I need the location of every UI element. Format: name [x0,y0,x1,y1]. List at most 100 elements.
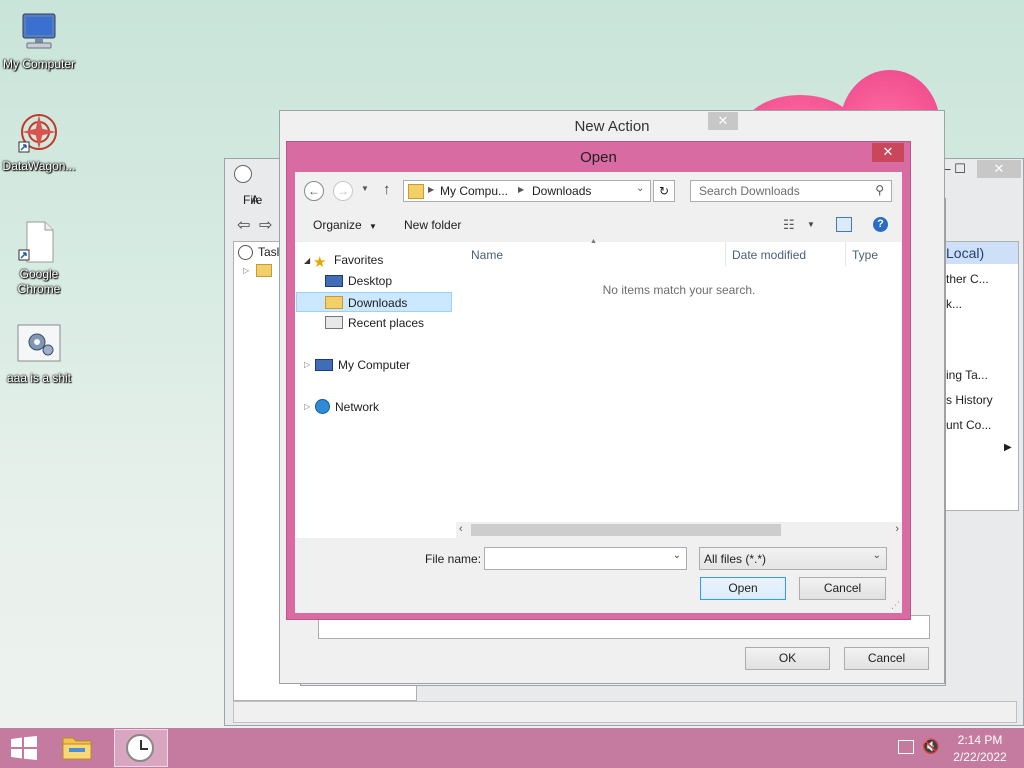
cancel-button[interactable]: Cancel [844,647,929,670]
volume-muted-icon[interactable]: 🔇 [922,738,939,755]
close-button[interactable]: ✕ [872,143,904,162]
scroll-left-icon[interactable]: ‹ [459,523,463,535]
file-explorer-icon [62,737,92,760]
nav-network[interactable]: Network [315,397,379,417]
search-icon[interactable]: ⚲ [875,183,884,197]
nav-label: My Computer [338,358,411,372]
tree-root-label[interactable]: Tasl [258,245,279,259]
menu-action[interactable]: A [251,193,259,207]
recent-locations-dropdown-icon[interactable]: ▼ [361,184,369,193]
sort-indicator-icon: ▲ [590,238,597,245]
organize-menu[interactable]: Organize ▼ [313,218,377,232]
nav-desktop[interactable]: Desktop [325,271,392,291]
star-icon: ★ [313,253,327,271]
desktop-icon-google-chrome[interactable]: Google Chrome [0,220,78,297]
refresh-button[interactable]: ↻ [653,180,675,202]
nav-my-computer[interactable]: My Computer [315,355,410,375]
desktop-icon-label: aaa is a shit [6,371,72,385]
expand-arrow-icon[interactable]: ▷ [304,402,310,411]
close-button[interactable]: ✕ [708,112,738,130]
organize-label: Organize [313,218,362,232]
help-icon[interactable]: ? [873,217,888,232]
dialog-client-area: ← → ▼ ↑ ▶ My Compu... ▶ Downloads ⌄ ↻ Se… [295,172,902,613]
close-button[interactable]: ✕ [977,160,1021,178]
action-item[interactable]: ther C... [946,272,989,286]
nav-downloads[interactable]: Downloads [296,292,452,312]
network-tray-icon[interactable] [898,740,914,754]
downloads-folder-icon [408,184,424,199]
start-button[interactable] [10,736,38,760]
column-header-date-modified[interactable]: Date modified [732,248,806,262]
search-input[interactable]: Search Downloads [699,184,800,198]
column-header-name[interactable]: Name [471,248,503,262]
new-folder-button[interactable]: New folder [404,218,461,232]
action-item[interactable]: k... [946,297,962,311]
breadcrumb-separator-icon: ▶ [428,185,435,194]
computer-icon [17,10,61,54]
chevron-down-icon[interactable]: ⌄ [873,550,881,561]
nav-favorites[interactable]: ★ Favorites [313,250,383,271]
task-scheduler-taskbar-button[interactable] [114,729,168,767]
downloads-folder-icon [325,296,343,310]
chevron-down-icon[interactable]: ▼ [807,220,815,229]
nav-label: Downloads [348,296,408,310]
expand-arrow-icon[interactable]: ▷ [304,360,310,369]
cancel-button[interactable]: Cancel [799,577,886,600]
submenu-arrow-icon[interactable]: ▶ [1004,442,1012,453]
collapse-arrow-icon[interactable]: ◢ [304,256,310,265]
forward-button[interactable]: → [333,181,353,201]
action-item[interactable]: unt Co... [946,418,991,432]
breadcrumb-separator-icon: ▶ [518,185,525,194]
horizontal-scrollbar[interactable]: ‹ › [456,522,902,538]
file-list[interactable]: ▲ Name Date modified Type No items match… [456,238,902,538]
search-box[interactable]: Search Downloads ⚲ [690,180,892,202]
file-type-select[interactable]: All files (*.*) ⌄ [699,547,887,570]
back-arrow-icon[interactable]: ⇦ [237,215,250,235]
file-name-input[interactable]: ⌄ [484,547,687,570]
preview-pane-icon[interactable] [836,217,852,232]
file-name-label: File name: [425,552,482,566]
desktop-icon-my-computer[interactable]: My Computer [0,10,78,72]
action-item[interactable]: ing Ta... [946,368,988,382]
clock-date[interactable]: 2/22/2022 [950,750,1010,764]
address-bar[interactable]: ▶ My Compu... ▶ Downloads ⌄ [403,180,651,202]
scroll-right-icon[interactable]: › [895,523,899,535]
action-item[interactable]: s History [946,393,993,407]
maximize-button[interactable]: ☐ [945,160,975,178]
desktop-icon [325,274,343,287]
column-divider [725,242,726,266]
desktop-icon-aaa[interactable]: aaa is a shit [0,324,78,386]
status-bar [233,701,1017,723]
desktop-icon-label: DataWagon... [2,159,76,173]
forward-arrow-icon[interactable]: ⇨ [259,215,272,235]
network-icon [315,399,330,415]
view-options-icon[interactable]: ☷ [783,217,795,233]
open-button[interactable]: Open [700,577,786,600]
back-button[interactable]: ← [304,181,324,201]
actions-header: Local) [946,242,1018,264]
nav-label: Desktop [348,274,393,288]
expand-arrow-icon[interactable]: ▷ [243,266,249,275]
file-type-value: All files (*.*) [704,552,767,566]
chevron-down-icon[interactable]: ⌄ [636,183,644,194]
taskbar: 🔇 2:14 PM 2/22/2022 [0,728,1024,768]
breadcrumb-my-computer[interactable]: My Compu... [440,184,508,198]
desktop-icon-label: My Computer [2,57,76,71]
up-arrow-icon[interactable]: ↑ [383,181,391,198]
file-explorer-taskbar-button[interactable] [60,732,100,764]
chevron-down-icon: ▼ [369,222,377,231]
breadcrumb-downloads[interactable]: Downloads [532,184,591,198]
recent-places-icon [325,316,343,330]
ok-button[interactable]: OK [745,647,830,670]
resize-grip-icon[interactable]: ⋰ [891,600,900,611]
open-file-dialog[interactable]: Open ✕ ← → ▼ ↑ ▶ My Compu... ▶ Downloads… [286,141,911,620]
computer-icon [315,358,333,371]
clock-time[interactable]: 2:14 PM [950,733,1010,747]
windows-logo-icon [11,736,37,760]
settings-file-icon [17,324,61,368]
nav-recent-places[interactable]: Recent places [325,313,424,333]
chevron-down-icon[interactable]: ⌄ [673,550,681,561]
scrollbar-thumb[interactable] [471,524,781,536]
desktop-icon-datawagon[interactable]: DataWagon... [0,112,78,174]
column-header-type[interactable]: Type [852,248,878,262]
